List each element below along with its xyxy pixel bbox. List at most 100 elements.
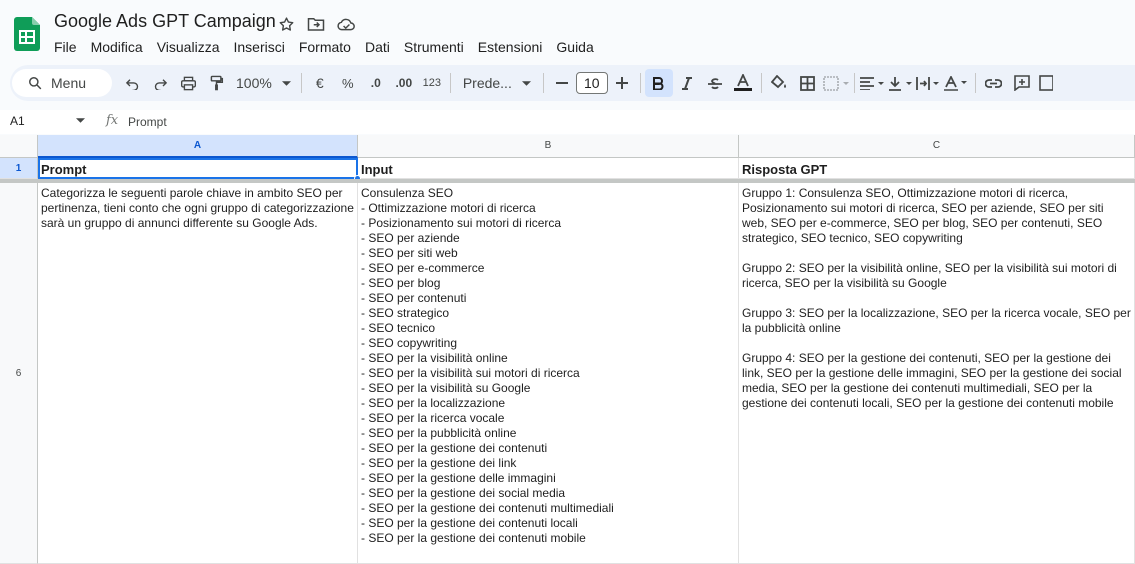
insert-comment-button[interactable]: [1008, 69, 1036, 97]
menu-estensioni[interactable]: Estensioni: [471, 38, 550, 56]
menu-formato[interactable]: Formato: [292, 38, 358, 56]
currency-label: €: [315, 75, 324, 91]
cell-b6-line: - SEO per la gestione dei contenuti mult…: [361, 501, 614, 515]
cell-b6-line: - SEO per la gestione delle immagini: [361, 471, 556, 485]
cell-b6-line: - SEO per la pubblicità online: [361, 426, 517, 440]
cell-c6[interactable]: Gruppo 1: Consulenza SEO, Ottimizzazione…: [739, 183, 1135, 564]
horizontal-align-button[interactable]: [859, 69, 887, 97]
star-icon[interactable]: [276, 14, 296, 34]
name-box[interactable]: A1: [10, 114, 25, 128]
increase-font-size-button[interactable]: [608, 69, 636, 97]
undo-button[interactable]: [118, 69, 146, 97]
cell-b6-line: - SEO per la gestione dei link: [361, 456, 517, 470]
toolbar-divider: [639, 73, 641, 93]
menu-strumenti[interactable]: Strumenti: [397, 38, 471, 56]
fx-icon: fx: [106, 113, 119, 128]
percent-label: %: [342, 75, 354, 91]
chevron-down-icon: [521, 80, 531, 86]
align-bottom-icon: [888, 76, 912, 91]
merge-cells-button[interactable]: [822, 69, 850, 97]
cell-b6-line: - SEO per la gestione dei social media: [361, 486, 566, 500]
toolbar: Menu 100% € % .0 .00 123 Prede... 10: [10, 65, 1135, 101]
font-size-input[interactable]: 10: [575, 72, 608, 94]
percent-format-button[interactable]: %: [334, 69, 362, 97]
cell-b6-line: - Ottimizzazione motori di ricerca: [361, 201, 536, 215]
cell-b6-line: - SEO per contenuti: [361, 291, 467, 305]
cell-b6-line: - SEO tecnico: [361, 321, 436, 335]
decrease-font-size-button[interactable]: [548, 69, 576, 97]
cell-c6-paragraph: Gruppo 3: SEO per la localizzazione, SEO…: [742, 306, 1131, 335]
redo-button[interactable]: [146, 69, 174, 97]
search-icon: [29, 77, 42, 90]
borders-button[interactable]: [794, 69, 822, 97]
currency-format-button[interactable]: €: [306, 69, 334, 97]
redo-icon: [154, 78, 167, 90]
menu-dati[interactable]: Dati: [358, 38, 397, 56]
fill-color-icon: [770, 75, 786, 89]
insert-link-button[interactable]: [980, 69, 1008, 97]
menu-visualizza[interactable]: Visualizza: [150, 38, 227, 56]
menu-guida[interactable]: Guida: [549, 38, 600, 56]
text-rotation-button[interactable]: [943, 69, 971, 97]
chevron-down-icon[interactable]: [76, 118, 85, 123]
menu-modifica[interactable]: Modifica: [84, 38, 150, 56]
cell-b6-line: - SEO per la visibilità su Google: [361, 381, 531, 395]
text-rotation-icon: [943, 75, 967, 91]
cell-a6[interactable]: Categorizza le seguenti parole chiave in…: [38, 183, 358, 564]
row-header-1[interactable]: 1: [0, 158, 38, 179]
insert-chart-button[interactable]: [1036, 69, 1056, 97]
menu-search[interactable]: Menu: [12, 69, 112, 97]
fill-color-button[interactable]: [766, 69, 794, 97]
bold-button[interactable]: [644, 69, 673, 97]
cell-a1[interactable]: Prompt: [38, 158, 358, 179]
cell-c1[interactable]: Risposta GPT: [739, 158, 1135, 179]
decrease-decimal-button[interactable]: .0: [362, 69, 390, 97]
plus-icon: [615, 77, 628, 89]
cell-b6-line: - SEO strategico: [361, 306, 450, 320]
italic-button[interactable]: [673, 69, 701, 97]
borders-icon: [800, 75, 816, 91]
column-header-b[interactable]: B: [358, 135, 739, 158]
text-color-icon: [733, 74, 752, 91]
document-title[interactable]: Google Ads GPT Campaign: [54, 11, 276, 32]
toolbar-divider: [300, 73, 302, 93]
vertical-align-button[interactable]: [887, 69, 915, 97]
paint-format-icon: [210, 75, 223, 91]
cell-c6-paragraph: Gruppo 2: SEO per la visibilità online, …: [742, 261, 1117, 290]
formula-input[interactable]: Prompt: [128, 115, 167, 129]
row-header-6[interactable]: 6: [0, 183, 38, 564]
merge-cells-icon: [823, 75, 849, 91]
paint-format-button[interactable]: [202, 69, 230, 97]
increase-decimal-button[interactable]: .00: [390, 69, 418, 97]
column-header-a[interactable]: A: [38, 135, 358, 158]
strikethrough-icon: [707, 77, 722, 89]
sheet-grid: A B C 1 6 Prompt Input Risposta GPT Cate…: [0, 135, 1135, 564]
text-wrap-button[interactable]: [915, 69, 943, 97]
cell-b6[interactable]: Consulenza SEO - Ottimizzazione motori di…: [358, 183, 739, 564]
menu-file[interactable]: File: [47, 38, 84, 56]
number-format-button[interactable]: 123: [418, 69, 446, 97]
font-family-value: Prede...: [462, 75, 512, 91]
move-folder-icon[interactable]: [306, 14, 326, 34]
chevron-down-icon: [281, 80, 291, 86]
number-format-label: 123: [422, 77, 441, 89]
cloud-status-icon[interactable]: [336, 14, 356, 34]
undo-icon: [125, 78, 138, 90]
add-comment-icon: [1014, 75, 1030, 91]
select-all-corner[interactable]: [0, 135, 38, 158]
font-family-select[interactable]: Prede...: [455, 69, 539, 97]
cell-b6-line: - SEO copywriting: [361, 336, 458, 350]
cell-b1[interactable]: Input: [358, 158, 739, 179]
text-color-button[interactable]: [729, 69, 757, 97]
cell-b6-line: - SEO per siti web: [361, 246, 458, 260]
increase-decimal-label: .00: [395, 76, 413, 90]
zoom-select[interactable]: 100%: [230, 69, 297, 97]
print-button[interactable]: [174, 69, 202, 97]
cell-b6-line: - SEO per aziende: [361, 231, 460, 245]
strikethrough-button[interactable]: [701, 69, 729, 97]
column-header-c[interactable]: C: [739, 135, 1135, 158]
sheets-logo-icon[interactable]: [14, 17, 40, 51]
menu-bar: File Modifica Visualizza Inserisci Forma…: [47, 38, 601, 56]
menu-inserisci[interactable]: Inserisci: [226, 38, 291, 56]
formula-bar: A1 fx Prompt: [0, 110, 1135, 134]
